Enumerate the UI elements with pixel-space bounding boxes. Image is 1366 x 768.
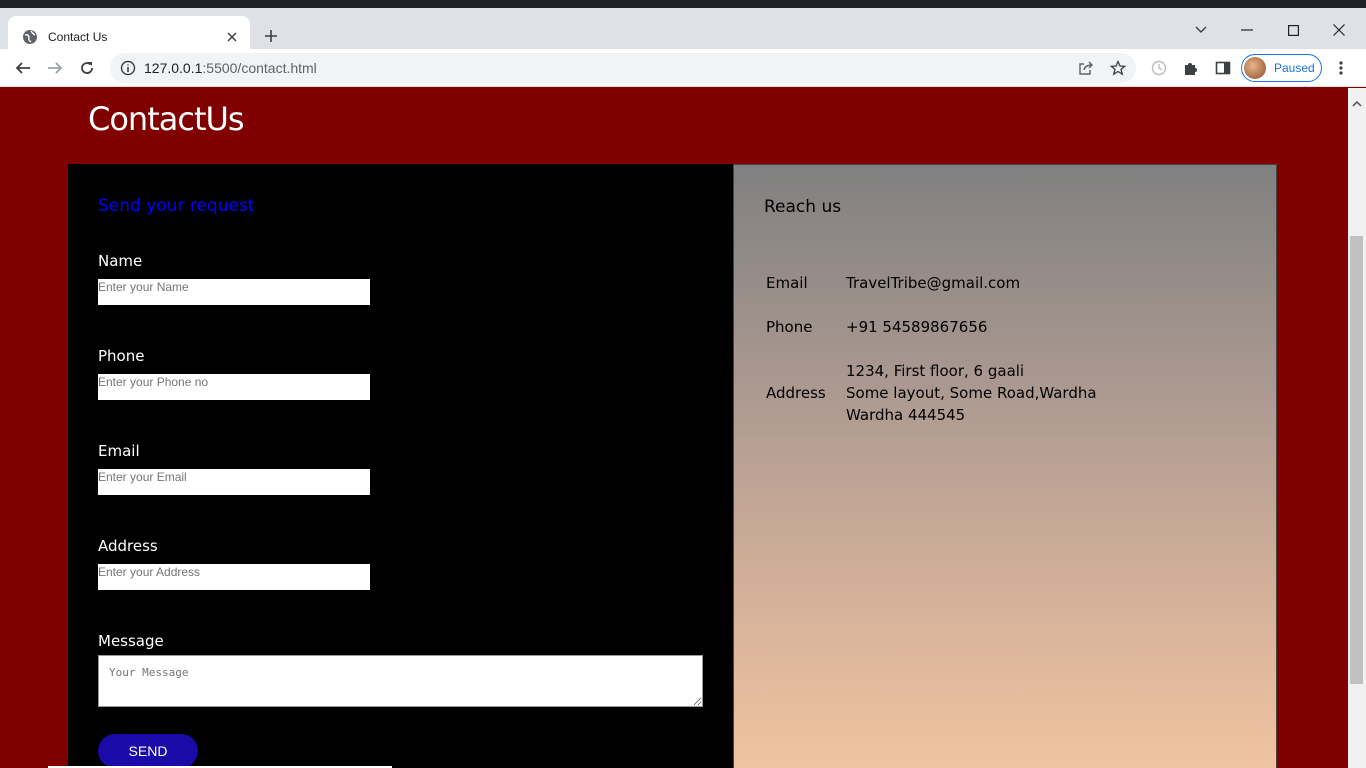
url-host: 127.0.0.1 xyxy=(144,60,203,76)
send-button[interactable]: SEND xyxy=(98,734,198,768)
address-label: Address xyxy=(98,537,158,555)
tab-close-icon[interactable] xyxy=(224,29,240,45)
reach-email-value: TravelTribe@gmail.com xyxy=(846,274,1021,292)
forward-arrow-icon[interactable] xyxy=(41,54,69,82)
request-form-panel: Send your request Name Phone Email Addre… xyxy=(68,164,733,768)
tab-search-chevron-icon[interactable] xyxy=(1178,16,1224,44)
reach-heading: Reach us xyxy=(764,197,842,217)
address-line-3: Wardha 444545 xyxy=(846,406,966,424)
reach-phone-value: +91 54589867656 xyxy=(846,318,988,336)
page-scrollbar[interactable] xyxy=(1348,88,1366,768)
tab-title: Contact Us xyxy=(48,29,108,44)
phone-label: Phone xyxy=(98,347,145,365)
window-top-strip xyxy=(0,0,1366,8)
address-bar[interactable]: 127.0.0.1:5500/contact.html xyxy=(110,53,1136,83)
page-viewport: ContactUs Send your request Name Phone E… xyxy=(0,88,1348,768)
kebab-menu-icon[interactable] xyxy=(1332,59,1350,77)
reach-phone-label: Phone xyxy=(766,318,813,336)
extension-clock-icon[interactable] xyxy=(1150,59,1168,77)
extensions-puzzle-icon[interactable] xyxy=(1182,59,1200,77)
reach-us-panel: Reach us Email TravelTribe@gmail.com Pho… xyxy=(733,164,1277,768)
globe-icon xyxy=(22,29,38,45)
share-icon[interactable] xyxy=(1077,59,1095,77)
reach-address-label: Address xyxy=(766,384,826,402)
email-label: Email xyxy=(98,442,140,460)
reload-icon[interactable] xyxy=(73,54,101,82)
message-label: Message xyxy=(98,632,164,650)
name-input[interactable] xyxy=(98,279,370,305)
profile-status: Paused xyxy=(1274,61,1315,75)
phone-input[interactable] xyxy=(98,374,370,400)
back-arrow-icon[interactable] xyxy=(9,54,37,82)
address-line-2: Some layout, Some Road,Wardha xyxy=(846,384,1097,402)
address-line-1: 1234, First floor, 6 gaali xyxy=(846,362,1025,380)
page-title: ContactUs xyxy=(88,100,245,138)
scrollbar-thumb[interactable] xyxy=(1350,236,1363,684)
minimize-icon[interactable] xyxy=(1224,16,1270,44)
url-path: :5500/contact.html xyxy=(202,60,317,76)
tab-bar: Contact Us xyxy=(0,8,1366,57)
side-panel-icon[interactable] xyxy=(1214,59,1232,77)
address-input[interactable] xyxy=(98,564,370,590)
browser-toolbar: 127.0.0.1:5500/contact.html Paused xyxy=(0,49,1366,87)
url-text: 127.0.0.1:5500/contact.html xyxy=(144,60,317,76)
reach-address-value: 1234, First floor, 6 gaali Some layout, … xyxy=(846,360,1097,426)
email-input[interactable] xyxy=(98,469,370,495)
avatar xyxy=(1244,57,1266,79)
message-textarea[interactable] xyxy=(98,655,703,707)
site-info-icon[interactable] xyxy=(120,60,136,80)
scroll-up-arrow-icon[interactable] xyxy=(1352,92,1362,111)
form-heading: Send your request xyxy=(98,196,255,216)
close-window-icon[interactable] xyxy=(1316,16,1362,44)
maximize-icon[interactable] xyxy=(1270,16,1316,44)
bookmark-star-icon[interactable] xyxy=(1109,59,1127,77)
name-label: Name xyxy=(98,252,143,270)
profile-button[interactable]: Paused xyxy=(1241,54,1322,82)
reach-email-label: Email xyxy=(766,274,808,292)
new-tab-icon[interactable] xyxy=(259,24,283,48)
